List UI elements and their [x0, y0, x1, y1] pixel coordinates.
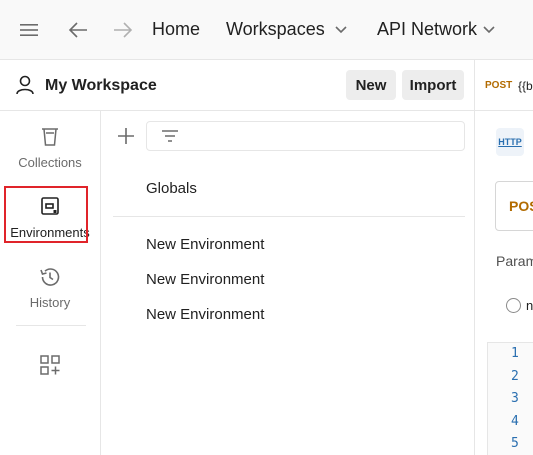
environment-icon [38, 195, 62, 219]
line-number: 5 [511, 436, 519, 451]
line-number: 4 [511, 414, 519, 429]
workspace-header: My Workspace New Import [0, 60, 474, 111]
new-button[interactable]: New [346, 70, 396, 100]
list-item[interactable]: New Environment [146, 306, 264, 323]
sidebar-item-label: History [29, 295, 71, 310]
sidebar-item-collections[interactable]: Collections [0, 125, 100, 170]
sidebar-item-environments[interactable]: Environments [0, 195, 100, 240]
method-select[interactable]: POS [495, 181, 533, 231]
filter-icon[interactable] [161, 128, 179, 146]
tab-url-text[interactable]: {{b [518, 79, 533, 93]
chevron-down-icon [483, 25, 495, 34]
add-apps-icon [38, 353, 62, 377]
top-navigation-bar: Home Workspaces API Network [0, 0, 533, 60]
chevron-down-icon [335, 25, 347, 34]
environment-list-panel: Globals New Environment New Environment … [101, 111, 474, 455]
plus-icon[interactable] [115, 125, 137, 147]
list-divider [113, 216, 465, 217]
sidebar-divider [16, 325, 86, 326]
tab-divider [475, 110, 533, 111]
api-network-label: API Network [377, 19, 478, 39]
sidebar-item-add-apps[interactable] [0, 353, 100, 383]
arrow-left-icon[interactable] [66, 18, 90, 42]
globals-item[interactable]: Globals [146, 180, 197, 197]
workspace-title[interactable]: My Workspace [45, 77, 157, 95]
list-item[interactable]: New Environment [146, 236, 264, 253]
workspaces-dropdown[interactable]: Workspaces [226, 19, 347, 40]
arrow-right-icon[interactable] [111, 18, 135, 42]
request-editor-panel: POST {{b HTTP POS Param n 1 2 3 4 5 [474, 60, 533, 455]
trash-can-collections-icon [38, 125, 62, 149]
sidebar-item-label: Environments [10, 225, 90, 240]
line-number: 2 [511, 369, 519, 384]
sidebar-item-history[interactable]: History [0, 265, 100, 310]
user-icon [14, 74, 36, 96]
body-type-radio-label: n [526, 298, 533, 313]
filter-input[interactable] [146, 121, 465, 151]
home-link-label: Home [152, 19, 201, 39]
home-link[interactable]: Home [152, 19, 200, 40]
body-type-radio[interactable] [506, 298, 521, 313]
tab-params[interactable]: Param [496, 253, 533, 269]
line-number: 3 [511, 391, 519, 406]
workspaces-label: Workspaces [226, 19, 325, 39]
history-icon [38, 265, 62, 289]
api-network-dropdown[interactable]: API Network [377, 19, 495, 40]
import-button[interactable]: Import [402, 70, 464, 100]
code-editor[interactable] [487, 342, 533, 455]
sidebar-item-label: Collections [18, 155, 82, 170]
http-icon: HTTP [496, 128, 524, 156]
sidebar: Collections Environments History [0, 111, 101, 455]
list-item[interactable]: New Environment [146, 271, 264, 288]
line-number: 1 [511, 346, 519, 361]
hamburger-icon[interactable] [17, 18, 41, 42]
tab-method-badge[interactable]: POST [485, 80, 512, 91]
method-select-value: POS [509, 198, 533, 214]
